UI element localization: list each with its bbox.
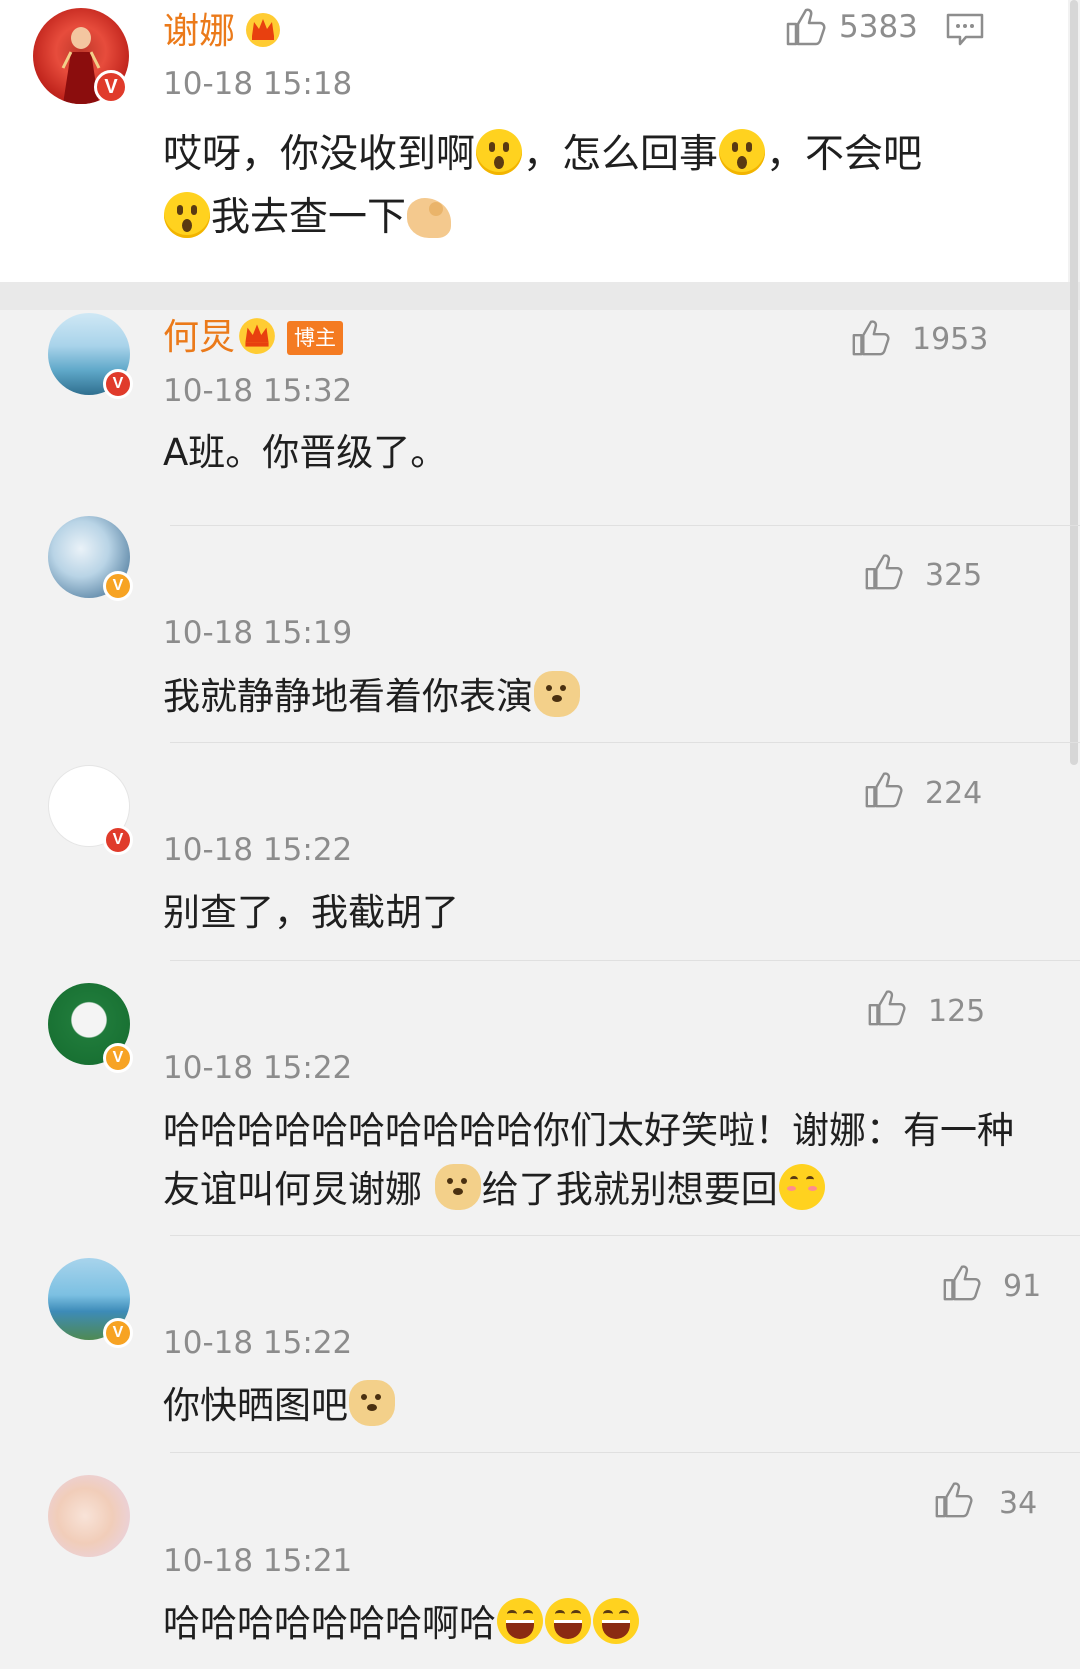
like-icon[interactable] [850,318,890,358]
comment-time: 10-18 15:22 [163,832,353,868]
shocked-emoji-icon [476,129,523,175]
commenter-name[interactable]: 谢娜 [163,12,235,52]
like-count: 91 [1003,1269,1042,1304]
divider [170,960,1080,961]
crown-icon [239,318,275,354]
muscle-emoji-icon [407,198,452,238]
main-comment-card: V 谢娜 10-18 15:18 5383 哎呀，你没收到啊 ，怎么回事 ，不会吧 … [0,0,1068,282]
like-count: 325 [925,558,983,593]
like-icon[interactable] [863,770,903,810]
verified-badge: V [103,825,133,855]
comment-text: 我就静静地看着你表演 [163,665,581,728]
verified-badge: V [103,571,133,601]
like-count: 224 [925,776,983,811]
comment-text-line2: 友谊叫何炅谢娜 给了我就别想要回 [163,1158,826,1221]
scrollbar-thumb[interactable] [1070,0,1078,765]
comment-time: 10-18 15:32 [163,373,353,409]
like-icon[interactable] [941,1263,981,1303]
text-segment: ，怎么回事 [523,132,719,177]
crown-icon [246,13,280,47]
text-segment: 哎呀，你没收到啊 [163,132,476,177]
comment-text-line2: 我去查一下 [163,186,452,249]
commenter-name[interactable]: 何炅 [163,318,235,358]
doge-emoji-icon [534,671,580,717]
like-count: 34 [999,1486,1038,1521]
doge-emoji-icon [349,1380,395,1426]
like-count: 1953 [912,322,989,357]
text-segment: ，不会吧 [766,132,923,177]
blogger-tag: 博主 [287,321,343,355]
text-segment: 我去查一下 [211,195,407,240]
comment-text: A班。你晋级了。 [163,431,448,474]
doge-emoji-icon [434,1164,481,1210]
comment-text: 别查了，我截胡了 [163,891,459,934]
divider [170,525,1080,526]
like-icon[interactable] [784,6,826,48]
verified-badge: V [94,70,128,104]
scrollbar[interactable] [1068,0,1080,1669]
reply-icon[interactable] [945,12,985,48]
comment-time: 10-18 15:22 [163,1050,353,1086]
like-icon[interactable] [866,988,906,1028]
laugh-emoji-icon [545,1598,591,1644]
comment-time: 10-18 15:22 [163,1325,353,1361]
laugh-emoji-icon [593,1598,639,1644]
text-segment: 友谊叫何炅谢娜 [163,1168,434,1211]
divider [170,742,1080,743]
shocked-emoji-icon [719,129,766,175]
like-icon[interactable] [933,1480,973,1520]
verified-badge: V [103,1043,133,1073]
like-icon[interactable] [863,552,903,592]
text-segment: 哈哈哈哈哈哈哈啊哈 [163,1602,496,1645]
verified-badge: V [103,369,133,399]
comment-text: 哈哈哈哈哈哈哈哈哈哈你们太好笑啦！谢娜：有一种 [163,1109,1014,1152]
comment-text: 你快晒图吧 [163,1374,396,1437]
comment-time: 10-18 15:18 [163,66,353,102]
verified-badge: V [103,1318,133,1348]
like-count: 5383 [839,9,918,45]
comment-text: 哎呀，你没收到啊 ，怎么回事 ，不会吧 [163,123,922,186]
section-separator [0,282,1080,310]
divider [170,1452,1080,1453]
text-segment: 你快晒图吧 [163,1384,348,1427]
comment-time: 10-18 15:19 [163,615,353,651]
text-segment: 给了我就别想要回 [481,1168,778,1211]
blush-emoji-icon [778,1164,825,1210]
comment-text: 哈哈哈哈哈哈哈啊哈 [163,1592,640,1655]
shocked-emoji-icon [164,192,210,238]
like-count: 125 [928,994,986,1029]
comment-time: 10-18 15:21 [163,1543,353,1579]
avatar[interactable] [48,1475,130,1557]
divider [170,1235,1080,1236]
text-segment: 我就静静地看着你表演 [163,675,533,718]
laugh-emoji-icon [497,1598,543,1644]
